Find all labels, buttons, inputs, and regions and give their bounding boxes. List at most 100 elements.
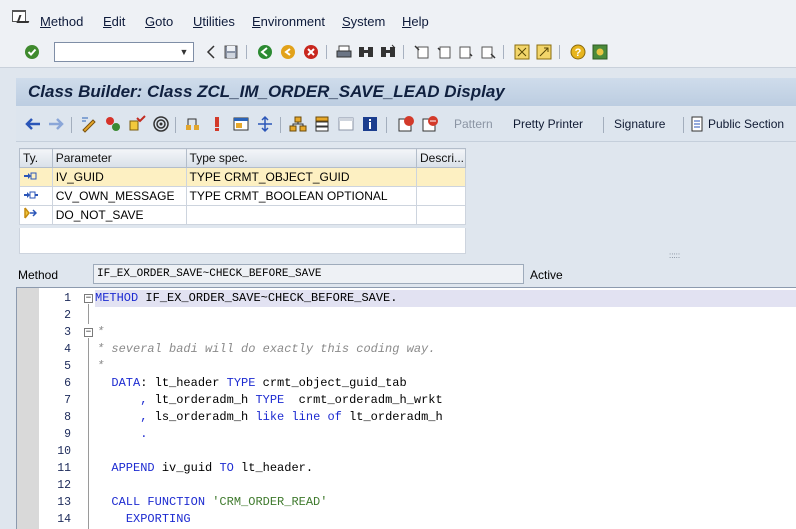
splitter-grip[interactable]: :::::	[669, 251, 680, 260]
code-line[interactable]: EXPORTING	[97, 511, 191, 528]
changing-icon	[19, 186, 53, 206]
method-field[interactable]: IF_EX_ORDER_SAVE~CHECK_BEFORE_SAVE	[93, 264, 524, 284]
display-object-list-icon[interactable]	[256, 115, 274, 133]
svg-text:?: ?	[575, 47, 582, 59]
type-spec-cell[interactable]: TYPE CRMT_BOOLEAN OPTIONAL	[185, 186, 417, 206]
arrow-left-icon[interactable]	[24, 115, 42, 133]
save-icon[interactable]	[223, 44, 239, 60]
info-icon[interactable]	[361, 115, 379, 133]
line-number: 5	[64, 360, 71, 373]
shortcut-icon[interactable]	[536, 44, 552, 60]
line-number: 9	[64, 428, 71, 441]
first-page-icon[interactable]	[414, 44, 430, 60]
public-section-button[interactable]: Public Section	[708, 117, 784, 131]
line-numbers: 1 2 3 4 5 6 7 8 9 10 11 12 13 14	[39, 288, 71, 529]
code-line[interactable]: APPEND iv_guid TO lt_header.	[97, 460, 313, 477]
cancel-icon[interactable]	[303, 44, 319, 60]
chevron-down-icon[interactable]: ▼	[177, 45, 191, 59]
type-spec-cell[interactable]: TYPE CRMT_OBJECT_GUID	[185, 167, 417, 187]
col-header-type-spec[interactable]: Type spec.	[185, 148, 417, 168]
menu-environment[interactable]: Environment	[252, 14, 325, 29]
class-icon[interactable]	[313, 115, 331, 133]
line-number: 12	[57, 479, 71, 492]
application-toolbar: Pattern Pretty Printer Signature Public …	[16, 107, 796, 142]
code-line[interactable]: , lt_orderadm_h TYPE crmt_orderadm_h_wrk…	[97, 392, 442, 409]
col-header-ty[interactable]: Ty.	[19, 148, 53, 168]
last-page-icon[interactable]	[480, 44, 496, 60]
signature-button[interactable]: Signature	[614, 117, 665, 131]
pattern-button[interactable]: Pattern	[454, 117, 493, 131]
menu-utilities[interactable]: Utilities	[193, 14, 235, 29]
code-line[interactable]: *	[97, 324, 104, 341]
pretty-printer-button[interactable]: Pretty Printer	[513, 117, 583, 131]
line-number: 8	[64, 411, 71, 424]
app-menu-icon[interactable]	[12, 10, 26, 22]
find-icon[interactable]	[358, 44, 374, 60]
method-row: Method IF_EX_ORDER_SAVE~CHECK_BEFORE_SAV…	[16, 262, 796, 286]
menu-edit[interactable]: Edit	[103, 14, 125, 29]
code-line[interactable]: METHOD IF_EX_ORDER_SAVE~CHECK_BEFORE_SAV…	[95, 290, 796, 307]
active-inactive-icon[interactable]	[104, 115, 122, 133]
previous-page-icon[interactable]	[436, 44, 452, 60]
line-number: 10	[57, 445, 71, 458]
description-cell[interactable]	[415, 186, 467, 206]
activate-icon[interactable]	[152, 115, 170, 133]
line-number: 11	[57, 462, 71, 475]
menu-help[interactable]: Help	[402, 14, 429, 29]
param-name-cell[interactable]: DO_NOT_SAVE	[51, 205, 187, 225]
description-cell[interactable]	[415, 205, 467, 225]
arrow-right-icon[interactable]	[47, 115, 65, 133]
code-lines: METHOD IF_EX_ORDER_SAVE~CHECK_BEFORE_SAV…	[77, 288, 796, 529]
hierarchy-icon[interactable]	[289, 115, 307, 133]
code-text-area[interactable]: − − METHOD IF_EX_ORDER_SAVE~CHECK_BEFORE…	[77, 288, 796, 529]
layout-menu-icon[interactable]	[592, 44, 608, 60]
col-header-description[interactable]: Descri...	[415, 148, 467, 168]
check-icon[interactable]	[128, 115, 146, 133]
line-number: 1	[64, 292, 71, 305]
table-row[interactable]: IV_GUID TYPE CRMT_OBJECT_GUID	[19, 167, 467, 187]
insert-pattern-icon[interactable]	[421, 115, 439, 133]
document-icon	[690, 115, 704, 133]
param-name-cell[interactable]: CV_OWN_MESSAGE	[51, 186, 187, 206]
title-bar: Class Builder: Class ZCL_IM_ORDER_SAVE_L…	[16, 78, 796, 106]
parameter-panel: Ty. Parameter Type spec. Descri... IV_GU…	[16, 142, 796, 260]
collapse-arrow-icon[interactable]	[203, 44, 219, 60]
line-number: 14	[57, 513, 71, 526]
window-icon[interactable]	[337, 115, 355, 133]
find-next-icon[interactable]	[380, 44, 396, 60]
table-row[interactable]: CV_OWN_MESSAGE TYPE CRMT_BOOLEAN OPTIONA…	[19, 186, 467, 206]
status-text: Active	[530, 268, 563, 282]
line-number: 4	[64, 343, 71, 356]
object-list-icon[interactable]	[208, 115, 226, 133]
enter-icon[interactable]	[24, 44, 40, 60]
type-spec-cell[interactable]	[185, 205, 417, 225]
code-line[interactable]: CALL FUNCTION 'CRM_ORDER_READ'	[97, 494, 327, 511]
help-icon[interactable]: ?	[570, 44, 586, 60]
menu-method[interactable]: Method	[40, 14, 83, 29]
code-line[interactable]: , ls_orderadm_h like line of lt_orderadm…	[97, 409, 442, 426]
code-editor[interactable]: 1 2 3 4 5 6 7 8 9 10 11 12 13 14 − − MET…	[16, 287, 796, 529]
next-page-icon[interactable]	[458, 44, 474, 60]
param-name-cell[interactable]: IV_GUID	[51, 167, 187, 187]
parameter-table: Ty. Parameter Type spec. Descri... IV_GU…	[19, 148, 467, 225]
table-row[interactable]: DO_NOT_SAVE	[19, 205, 467, 225]
exit-icon[interactable]	[280, 44, 296, 60]
display-change-icon[interactable]	[80, 115, 98, 133]
code-line[interactable]: *	[97, 358, 104, 375]
back-icon[interactable]	[257, 44, 273, 60]
command-field[interactable]: ▼	[54, 42, 194, 62]
insert-statement-icon[interactable]	[397, 115, 415, 133]
code-line[interactable]: DATA: lt_header TYPE crmt_object_guid_ta…	[97, 375, 406, 392]
description-cell[interactable]	[415, 167, 467, 187]
print-icon[interactable]	[336, 44, 352, 60]
navigation-window-icon[interactable]	[232, 115, 250, 133]
menu-goto[interactable]: Goto	[145, 14, 173, 29]
code-line[interactable]: * several badi will do exactly this codi…	[97, 341, 435, 358]
menu-system[interactable]: System	[342, 14, 385, 29]
col-header-parameter[interactable]: Parameter	[51, 148, 187, 168]
new-session-icon[interactable]	[514, 44, 530, 60]
code-line[interactable]: .	[97, 426, 147, 443]
exception-icon	[19, 205, 53, 225]
where-used-icon[interactable]	[184, 115, 202, 133]
line-number: 2	[64, 309, 71, 322]
